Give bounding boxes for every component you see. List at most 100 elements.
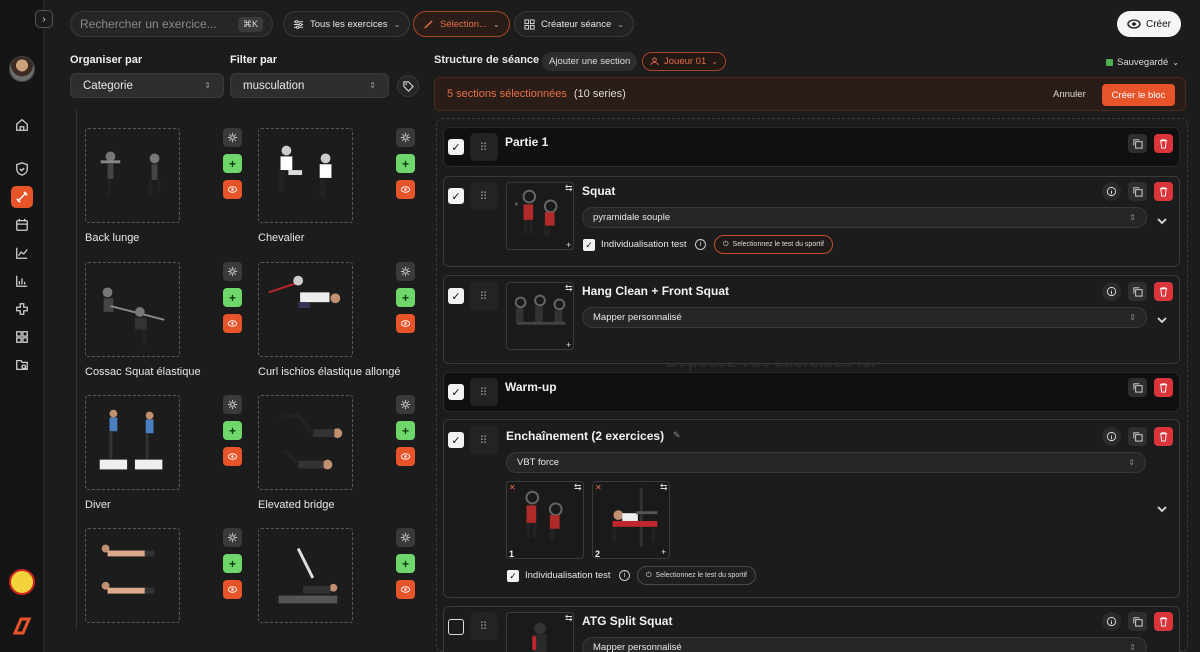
- duplicate-icon[interactable]: [1128, 182, 1147, 201]
- create-block-button[interactable]: Créer le bloc: [1102, 84, 1175, 106]
- exercise-card[interactable]: [85, 262, 180, 357]
- section-checkbox[interactable]: ✓: [448, 139, 464, 155]
- settings-gear-icon[interactable]: [396, 128, 415, 147]
- swap-icon[interactable]: ⇆: [565, 283, 573, 294]
- exercise-thumbnail[interactable]: [506, 612, 574, 652]
- delete-icon[interactable]: [1154, 182, 1173, 201]
- line-chart-icon[interactable]: [11, 242, 33, 264]
- settings-gear-icon[interactable]: [396, 262, 415, 281]
- exercise-thumbnail[interactable]: [592, 481, 670, 559]
- cancel-button[interactable]: Annuler: [1053, 89, 1086, 100]
- section-checkbox[interactable]: [448, 619, 464, 635]
- method-select[interactable]: pyramidale souple ⇕: [582, 207, 1147, 228]
- info-circle-icon[interactable]: [1102, 427, 1121, 446]
- exercise-card[interactable]: [258, 128, 353, 223]
- preview-eye-icon[interactable]: [396, 447, 415, 466]
- grid-icon[interactable]: [11, 326, 33, 348]
- drag-handle-icon[interactable]: ⠿: [470, 133, 498, 161]
- swap-icon[interactable]: ⇆: [660, 482, 668, 493]
- add-exercise-icon[interactable]: +: [661, 547, 666, 557]
- swap-icon[interactable]: ⇆: [565, 613, 573, 624]
- settings-gear-icon[interactable]: [223, 528, 242, 547]
- drag-handle-icon[interactable]: ⠿: [470, 612, 498, 640]
- drag-handle-icon[interactable]: ⠿: [470, 282, 498, 310]
- add-exercise-button[interactable]: +: [396, 154, 415, 173]
- drag-handle-icon[interactable]: ⠿: [470, 378, 498, 406]
- select-test-button[interactable]: ⏻ Selectionnez le test du sportif: [714, 235, 833, 254]
- calendar-icon[interactable]: [11, 214, 33, 236]
- info-icon[interactable]: i: [695, 239, 706, 250]
- tag-filter-button[interactable]: [397, 75, 419, 97]
- exercise-card[interactable]: [85, 395, 180, 490]
- swap-icon[interactable]: ⇆: [565, 183, 573, 194]
- duplicate-icon[interactable]: [1128, 134, 1147, 153]
- swap-icon[interactable]: ⇆: [574, 482, 582, 493]
- home-icon[interactable]: [11, 114, 33, 136]
- preview-eye-icon[interactable]: [223, 314, 242, 333]
- preview-eye-icon[interactable]: [396, 180, 415, 199]
- add-exercise-icon[interactable]: +: [566, 340, 571, 350]
- settings-gear-icon[interactable]: [223, 128, 242, 147]
- settings-gear-icon[interactable]: [396, 395, 415, 414]
- method-select[interactable]: Mapper personnalisé ⇕: [582, 307, 1147, 328]
- exercise-card[interactable]: [258, 395, 353, 490]
- delete-icon[interactable]: [1154, 134, 1173, 153]
- shield-icon[interactable]: [11, 158, 33, 180]
- drag-handle-icon[interactable]: ⠿: [470, 182, 498, 210]
- delete-icon[interactable]: [1154, 378, 1173, 397]
- add-exercise-button[interactable]: +: [223, 154, 242, 173]
- medical-cross-icon[interactable]: [11, 298, 33, 320]
- exercise-thumbnail[interactable]: [506, 182, 574, 250]
- chevron-down-icon[interactable]: [1155, 502, 1169, 516]
- add-exercise-button[interactable]: +: [396, 288, 415, 307]
- settings-gear-icon[interactable]: [223, 262, 242, 281]
- info-circle-icon[interactable]: [1102, 182, 1121, 201]
- delete-icon[interactable]: [1154, 282, 1173, 301]
- method-select[interactable]: VBT force ⇕: [506, 452, 1146, 473]
- add-exercise-button[interactable]: +: [223, 554, 242, 573]
- add-exercise-button[interactable]: +: [396, 421, 415, 440]
- delete-icon[interactable]: [1154, 612, 1173, 631]
- remove-item-icon[interactable]: ✕: [509, 483, 516, 492]
- delete-icon[interactable]: [1154, 427, 1173, 446]
- settings-gear-icon[interactable]: [223, 395, 242, 414]
- duplicate-icon[interactable]: [1128, 282, 1147, 301]
- saved-status[interactable]: Sauvegardé ⌄: [1106, 57, 1179, 68]
- exercise-thumbnail[interactable]: [506, 282, 574, 350]
- info-circle-icon[interactable]: [1102, 282, 1121, 301]
- add-section-button[interactable]: Ajouter une section: [542, 52, 638, 71]
- bar-chart-icon[interactable]: [11, 270, 33, 292]
- filter-select[interactable]: musculation ⇕: [230, 73, 389, 98]
- session-creator-dropdown[interactable]: Créateur séance ⌄: [514, 11, 634, 37]
- add-exercise-button[interactable]: +: [223, 288, 242, 307]
- exercise-card[interactable]: [258, 262, 353, 357]
- user-avatar[interactable]: [9, 56, 35, 82]
- collapse-sidebar-button[interactable]: ›: [35, 10, 53, 28]
- remove-item-icon[interactable]: ✕: [595, 483, 602, 492]
- individualisation-checkbox[interactable]: ✓: [507, 570, 519, 582]
- duplicate-icon[interactable]: [1128, 378, 1147, 397]
- exercise-card[interactable]: [258, 528, 353, 623]
- section-checkbox[interactable]: ✓: [448, 288, 464, 304]
- exercise-card[interactable]: [85, 128, 180, 223]
- exercise-thumbnail[interactable]: [506, 481, 584, 559]
- section-checkbox[interactable]: ✓: [448, 384, 464, 400]
- preview-eye-icon[interactable]: [396, 314, 415, 333]
- individualisation-checkbox[interactable]: ✓: [583, 239, 595, 251]
- search-input[interactable]: Rechercher un exercice... ⌘K: [70, 11, 273, 37]
- player-dropdown[interactable]: Joueur 01 ⌄: [642, 52, 726, 71]
- chevron-down-icon[interactable]: [1155, 214, 1169, 228]
- duplicate-icon[interactable]: [1128, 612, 1147, 631]
- select-test-button[interactable]: ⏻ Selectionnez le test du sportif: [637, 566, 756, 585]
- info-icon[interactable]: i: [619, 570, 630, 581]
- info-circle-icon[interactable]: [1102, 612, 1121, 631]
- section-checkbox[interactable]: ✓: [448, 432, 464, 448]
- exercise-builder-icon[interactable]: [11, 186, 33, 208]
- duplicate-icon[interactable]: [1128, 427, 1147, 446]
- preview-eye-icon[interactable]: [223, 580, 242, 599]
- folder-search-icon[interactable]: [11, 354, 33, 376]
- method-select[interactable]: Mapper personnalisé ⇕: [582, 637, 1147, 652]
- settings-gear-icon[interactable]: [396, 528, 415, 547]
- selection-dropdown[interactable]: Sélection... ⌄: [413, 11, 510, 37]
- all-exercises-dropdown[interactable]: Tous les exercices ⌄: [283, 11, 411, 37]
